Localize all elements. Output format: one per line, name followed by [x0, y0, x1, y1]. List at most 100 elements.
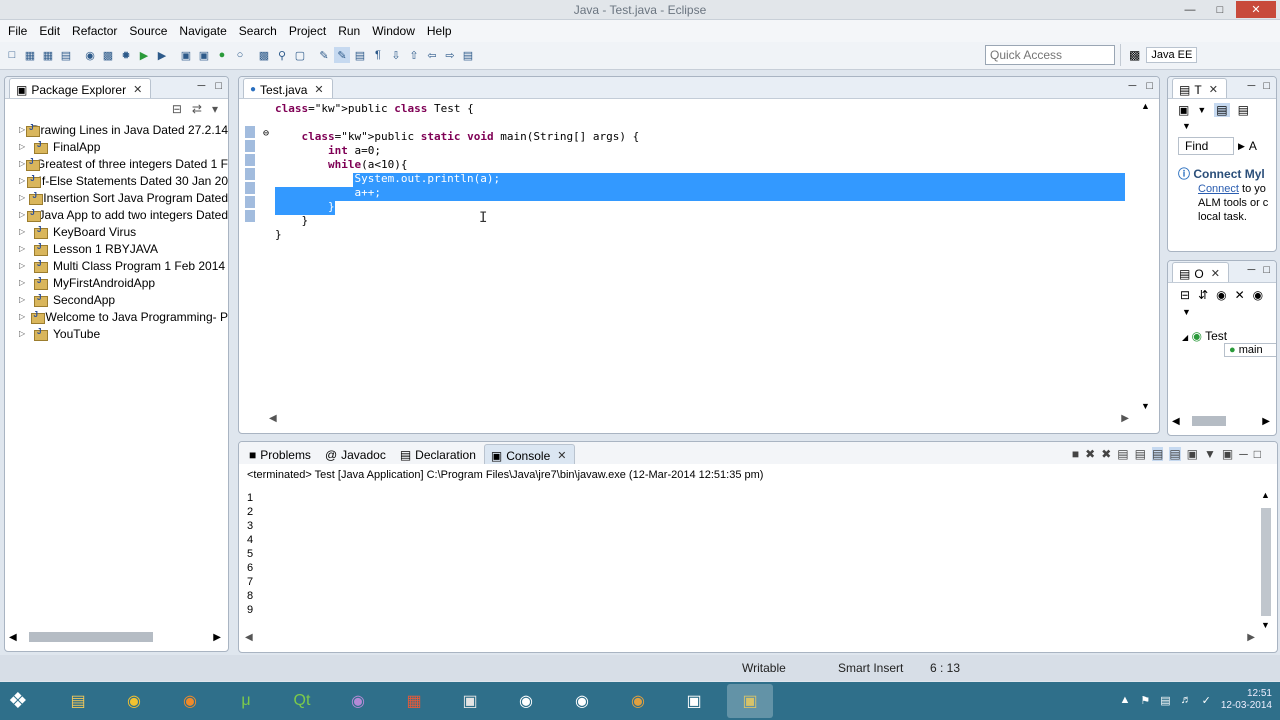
- link-editor-icon[interactable]: ⇄: [192, 102, 202, 116]
- search-icon[interactable]: ⚲: [274, 47, 290, 63]
- pin-editor-icon[interactable]: ▤: [460, 47, 476, 63]
- vertical-scrollbar[interactable]: ▲ ▼: [1139, 101, 1153, 411]
- minimize-icon[interactable]: ─: [1248, 80, 1256, 92]
- minimize-icon[interactable]: ─: [198, 80, 206, 92]
- print-icon[interactable]: ▤: [58, 47, 74, 63]
- horizontal-scrollbar[interactable]: ◀ ▶: [269, 413, 1129, 427]
- new-interface-icon[interactable]: ○: [232, 47, 248, 63]
- maximize-icon[interactable]: □: [215, 80, 222, 92]
- expand-arrow-icon[interactable]: ▷: [19, 142, 33, 151]
- project-tree-item[interactable]: ▷ Welcome to Java Programming- P: [5, 308, 228, 325]
- project-tree-item[interactable]: ▷ Insertion Sort Java Program Dated: [5, 189, 228, 206]
- menu-navigate[interactable]: Navigate: [173, 24, 232, 38]
- flag-icon[interactable]: ⚑: [1140, 694, 1150, 707]
- code-area[interactable]: ⊖ class="kw">public class Test { class="…: [239, 100, 1125, 400]
- game-icon[interactable]: ◉: [503, 684, 549, 718]
- project-tree-item[interactable]: ▷ MyFirstAndroidApp: [5, 274, 228, 291]
- word-wrap-icon[interactable]: ▤: [1151, 447, 1164, 461]
- save-all-icon[interactable]: ▦: [40, 47, 56, 63]
- sort-icon[interactable]: ⇵: [1198, 288, 1208, 302]
- open-console-icon[interactable]: ▣: [1222, 447, 1233, 461]
- expand-arrow-icon[interactable]: ▷: [19, 295, 33, 304]
- project-tree-item[interactable]: ▷ FinalApp: [5, 138, 228, 155]
- hide-fields-icon[interactable]: ◉: [1216, 288, 1226, 302]
- utorrent-icon[interactable]: μ: [223, 684, 269, 718]
- chrome-icon[interactable]: ◉: [111, 684, 157, 718]
- remove-all-icon[interactable]: ✖: [1101, 447, 1111, 461]
- view-menu-icon[interactable]: ▾: [212, 102, 218, 116]
- hide-static-icon[interactable]: ✕: [1235, 288, 1245, 302]
- categorized-icon[interactable]: ▤: [1214, 103, 1230, 117]
- firefox-icon[interactable]: ◉: [167, 684, 213, 718]
- toggle-mark-icon[interactable]: ✎: [316, 47, 332, 63]
- app-icon[interactable]: ▣: [447, 684, 493, 718]
- maximize-icon[interactable]: □: [1263, 80, 1270, 92]
- app3-icon[interactable]: ▣: [671, 684, 717, 718]
- minimize-icon[interactable]: ─: [1239, 447, 1248, 461]
- close-icon[interactable]: ✕: [557, 449, 566, 462]
- view-menu-icon[interactable]: ▼: [1168, 121, 1276, 131]
- collapse-icon[interactable]: ⊟: [1180, 288, 1190, 302]
- run-external-icon[interactable]: ▶: [154, 47, 170, 63]
- expand-arrow-icon[interactable]: ▷: [19, 176, 26, 185]
- horizontal-scrollbar[interactable]: ◀ ▶: [245, 632, 1255, 646]
- close-icon[interactable]: ✕: [314, 83, 323, 96]
- debug-icon[interactable]: ◉: [82, 47, 98, 63]
- pin-console-icon[interactable]: ▣: [1187, 447, 1198, 461]
- maximize-icon[interactable]: □: [1146, 80, 1153, 92]
- terminate-icon[interactable]: ■: [1072, 447, 1079, 461]
- maximize-icon[interactable]: □: [1254, 447, 1261, 461]
- quick-access-input[interactable]: [985, 45, 1115, 65]
- find-field[interactable]: Find: [1178, 137, 1234, 155]
- outline-class-node[interactable]: ◢ ◉ Test: [1182, 329, 1276, 343]
- horizontal-scrollbar[interactable]: ◀ ▶: [9, 631, 221, 643]
- vertical-scrollbar[interactable]: ▲ ▼: [1259, 490, 1273, 630]
- forward-icon[interactable]: ⇨: [442, 47, 458, 63]
- windows-start-icon[interactable]: ❖: [8, 688, 34, 714]
- tab-task-list[interactable]: ▤ T ✕: [1172, 78, 1227, 98]
- expand-arrow-icon[interactable]: ▷: [19, 227, 33, 236]
- project-tree-item[interactable]: ▷ Lesson 1 RBYJAVA: [5, 240, 228, 257]
- close-icon[interactable]: ✕: [1236, 1, 1276, 18]
- next-annotation-icon[interactable]: ⇩: [388, 47, 404, 63]
- expand-arrow-icon[interactable]: ▷: [19, 210, 26, 219]
- menu-search[interactable]: Search: [233, 24, 283, 38]
- menu-project[interactable]: Project: [283, 24, 332, 38]
- project-tree-item[interactable]: ▷ Java App to add two integers Dated: [5, 206, 228, 223]
- new-icon[interactable]: □: [4, 47, 20, 63]
- open-task-icon[interactable]: ▢: [292, 47, 308, 63]
- console-output[interactable]: 1 2 3 4 5 6 7 8 9: [247, 491, 253, 617]
- tab-test-java[interactable]: ● Test.java ✕: [243, 78, 333, 98]
- menu-edit[interactable]: Edit: [33, 24, 66, 38]
- monitor-icon[interactable]: ▤: [1160, 694, 1170, 707]
- close-icon[interactable]: ✕: [133, 83, 142, 96]
- expand-arrow-icon[interactable]: ▷: [19, 278, 33, 287]
- media-player-icon[interactable]: ◉: [335, 684, 381, 718]
- tab-console[interactable]: ▣ Console ✕: [483, 444, 576, 464]
- remove-launch-icon[interactable]: ✖: [1085, 447, 1095, 461]
- connect-link[interactable]: Connect: [1198, 183, 1239, 195]
- clear-console-icon[interactable]: ▤: [1117, 447, 1128, 461]
- project-tree-item[interactable]: ▷ If-Else Statements Dated 30 Jan 20: [5, 172, 228, 189]
- qt-icon[interactable]: Qt: [279, 684, 325, 718]
- tray-up-icon[interactable]: ▲: [1119, 694, 1130, 706]
- maximize-icon[interactable]: □: [1263, 264, 1270, 276]
- expand-arrow-icon[interactable]: ▷: [19, 193, 28, 202]
- tab-problems[interactable]: ■ Problems: [243, 444, 319, 464]
- dropdown-icon[interactable]: ▼: [1197, 105, 1206, 115]
- minimize-icon[interactable]: ─: [1248, 264, 1256, 276]
- menu-help[interactable]: Help: [421, 24, 458, 38]
- new-class-icon[interactable]: ●: [214, 47, 230, 63]
- tab-declaration[interactable]: ▤ Declaration: [394, 444, 484, 464]
- display-console-icon[interactable]: ▼: [1204, 447, 1216, 461]
- open-perspective-icon[interactable]: ▩: [1129, 48, 1140, 62]
- minimize-icon[interactable]: —: [1176, 1, 1204, 18]
- outline-method-node[interactable]: ● main: [1224, 343, 1276, 357]
- fold-icon[interactable]: ⊖: [263, 128, 269, 139]
- scroll-lock-icon[interactable]: ▤: [1135, 447, 1146, 461]
- show-on-output-icon[interactable]: ▤: [1169, 447, 1181, 461]
- perspective-java-ee[interactable]: Java EE: [1146, 47, 1198, 63]
- project-tree-item[interactable]: ▷ Multi Class Program 1 Feb 2014: [5, 257, 228, 274]
- project-tree-item[interactable]: ▷ SecondApp: [5, 291, 228, 308]
- menu-source[interactable]: Source: [123, 24, 173, 38]
